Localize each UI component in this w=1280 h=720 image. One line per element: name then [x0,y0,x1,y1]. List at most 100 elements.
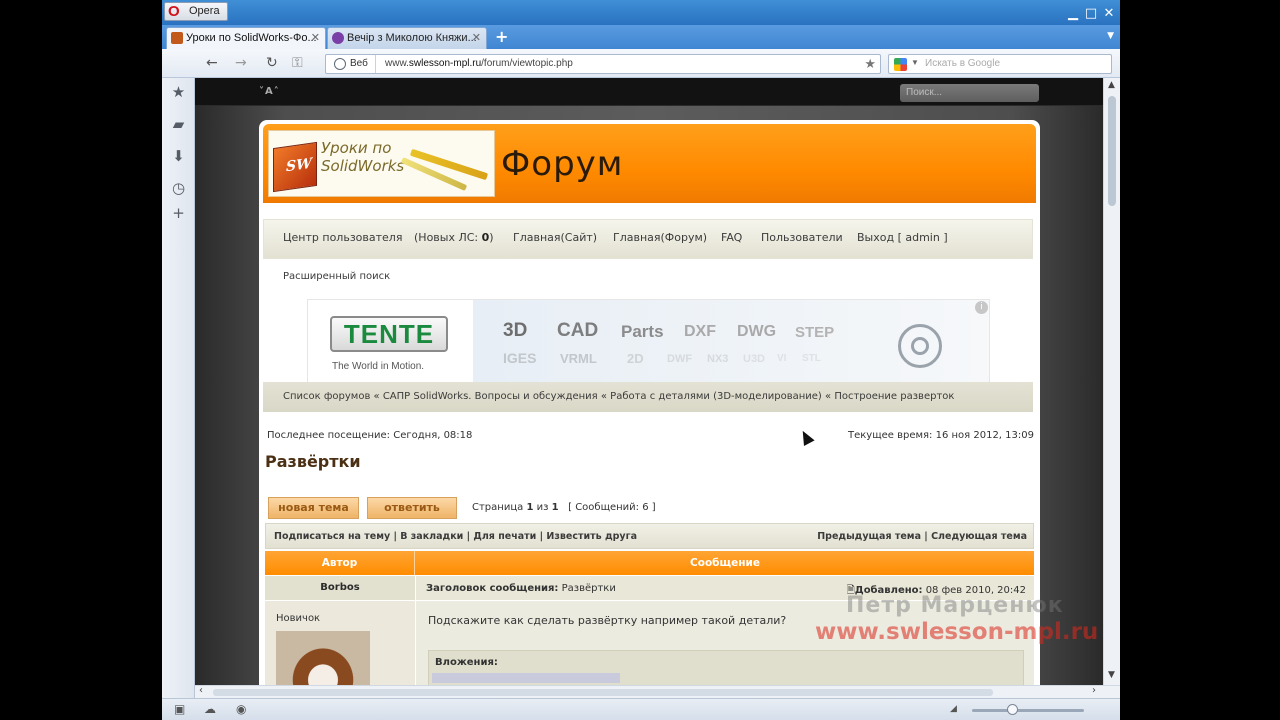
nav-users[interactable]: Пользователи [761,231,843,244]
globe-icon [334,58,346,70]
search-placeholder: Искать в Google [925,58,1001,69]
opera-menu-label: Opera [189,5,220,17]
ad-format: VRML [560,351,597,366]
site-logo[interactable]: SW Уроки по SolidWorks [268,130,495,197]
nav-new-pm[interactable]: (Новых ЛС: 0) [414,231,494,244]
scroll-down-icon[interactable]: ▼ [1108,670,1115,680]
advanced-search-link[interactable]: Расширенный поиск [283,271,390,282]
opera-menu-button[interactable]: O Opera [164,2,228,21]
site-search-input[interactable]: Поиск... [900,84,1039,102]
site-info-badge[interactable]: Веб [326,55,376,73]
ad-format: DXF [684,323,716,340]
view-icon[interactable]: ◢ [950,704,957,714]
nav-main-site[interactable]: Главная(Сайт) [513,231,597,244]
close-icon[interactable]: ✕ [1102,7,1116,20]
avatar [276,631,370,685]
scroll-right-icon[interactable]: › [1092,685,1096,696]
tab-close-icon[interactable]: ✕ [311,28,320,48]
forum-navbar: Центр пользователя (Новых ЛС: 0) Главная… [263,219,1033,259]
tab-menu-chevron-icon[interactable]: ▼ [1107,31,1114,41]
ad-slogan: The World in Motion. [332,361,425,372]
key-icon[interactable]: ⚿ [292,55,303,71]
web-label: Веб [350,58,368,69]
tab-evening-video[interactable]: Вечір з Миколою Княжи... ✕ [327,27,487,49]
nav-user-center[interactable]: Центр пользователя [283,231,402,244]
ad-format: Parts [621,322,664,341]
attachment-thumbnail[interactable] [432,673,620,683]
horizontal-scroll-thumb[interactable] [213,689,993,696]
topic-actions[interactable]: Подписаться на тему | В закладки | Для п… [274,531,637,542]
author-rank: Новичок [276,613,321,624]
topic-title[interactable]: Развёртки [265,452,361,471]
title-bar: O Opera ▁ □ ✕ [162,0,1120,25]
current-time: Текущее время: 16 ноя 2012, 13:09 [847,430,1034,441]
advertisement-banner[interactable]: TENTE The World in Motion. 3D CAD Parts … [307,299,990,383]
panel-toggle-icon[interactable]: ▣ [174,702,185,716]
status-bar: ▣ ☁ ◉ ◢ [162,698,1120,720]
ad-format: 2D [627,351,644,366]
forward-arrow-icon[interactable]: → [235,55,247,71]
maximize-icon[interactable]: □ [1084,7,1098,20]
pagination: Страница 1 из 1 [ Сообщений: 6 ] [472,502,656,513]
ad-format: DWF [667,353,693,365]
ad-format: 3D [503,320,528,341]
nav-main-forum[interactable]: Главная(Форум) [613,231,707,244]
forum-header-banner: SW Уроки по SolidWorks Форум [263,124,1036,203]
tab-solidworks-forum[interactable]: Уроки по SolidWorks-Фо... ✕ [166,27,326,49]
zoom-slider-knob[interactable] [1007,704,1018,715]
tab-bar: Уроки по SolidWorks-Фо... ✕ Вечір з Мико… [162,25,1120,49]
address-field[interactable]: Веб www.swlesson-mpl.ru/forum/viewtopic.… [325,54,881,74]
web-content: ˅A˄ Поиск... SW Уроки по SolidWorks Фору… [195,78,1103,685]
add-panel-plus-icon[interactable]: + [170,205,187,222]
search-engine-field[interactable]: ▼ Искать в Google [888,54,1112,74]
breadcrumb-links[interactable]: Список форумов « САПР SolidWorks. Вопрос… [283,391,954,402]
horizontal-scrollbar[interactable]: ‹ › [195,685,1120,698]
history-clock-icon[interactable]: ◷ [170,180,187,197]
downloads-icon[interactable]: ⬇ [170,148,187,165]
ad-format: IGES [503,350,537,366]
post-author[interactable]: Borbos [265,576,415,600]
ad-logo: TENTE [330,316,448,352]
new-topic-button[interactable]: новая тема [268,497,359,519]
zoom-slider[interactable] [972,709,1084,712]
cloud-icon[interactable]: ☁ [204,702,216,716]
ad-format: NX3 [707,353,729,365]
topic-navigation[interactable]: Предыдущая тема | Следующая тема [817,531,1027,542]
side-panel: ★ ▰ ⬇ ◷ + [162,78,195,698]
bookmarks-star-icon[interactable]: ★ [170,84,187,101]
message-column-header: Сообщение [690,557,760,569]
tab-close-icon[interactable]: ✕ [472,28,481,48]
cube-icon [171,32,183,44]
search-engine-dropdown-icon[interactable]: ▼ [911,58,919,67]
bookmark-star-icon[interactable]: ★ [864,55,876,73]
site-top-strip: ˅A˄ Поиск... [195,78,1103,106]
minimize-icon[interactable]: ▁ [1066,7,1080,20]
ad-format: STL [802,353,821,364]
notes-icon[interactable]: ▰ [170,116,187,133]
font-size-control[interactable]: ˅A˄ [259,86,280,97]
new-tab-plus-icon[interactable]: + [495,28,508,46]
nav-logout[interactable]: Выход [ admin ] [857,231,948,244]
browser-window: O Opera ▁ □ ✕ Уроки по SolidWorks-Фо... … [162,0,1120,720]
tab-label: Вечір з Миколою Княжи... [347,32,477,44]
post-table-header: Автор Сообщение [265,551,1034,575]
circle-icon [332,32,344,44]
reply-button[interactable]: ответить [367,497,457,519]
ad-format: DWG [737,323,777,340]
vertical-scrollbar[interactable]: ▲ ▼ [1103,78,1120,685]
sw-cube-icon: SW [273,141,317,193]
ad-format: CAD [557,320,599,341]
author-profile: Новичок [265,601,415,685]
speed-dial-icon[interactable]: ◉ [236,702,246,716]
scroll-up-icon[interactable]: ▲ [1108,80,1115,90]
scroll-left-icon[interactable]: ‹ [199,685,203,696]
url-text: www.swlesson-mpl.ru/forum/viewtopic.php [385,58,573,69]
attachments-box: Вложения: [428,650,1024,685]
back-arrow-icon[interactable]: ← [206,55,218,71]
ad-info-icon[interactable]: i [975,301,988,314]
vertical-scroll-thumb[interactable] [1108,96,1116,206]
topic-tools: Подписаться на тему | В закладки | Для п… [265,523,1034,549]
reload-icon[interactable]: ↻ [266,55,278,71]
author-column-header: Автор [265,551,415,575]
nav-faq[interactable]: FAQ [721,231,742,244]
